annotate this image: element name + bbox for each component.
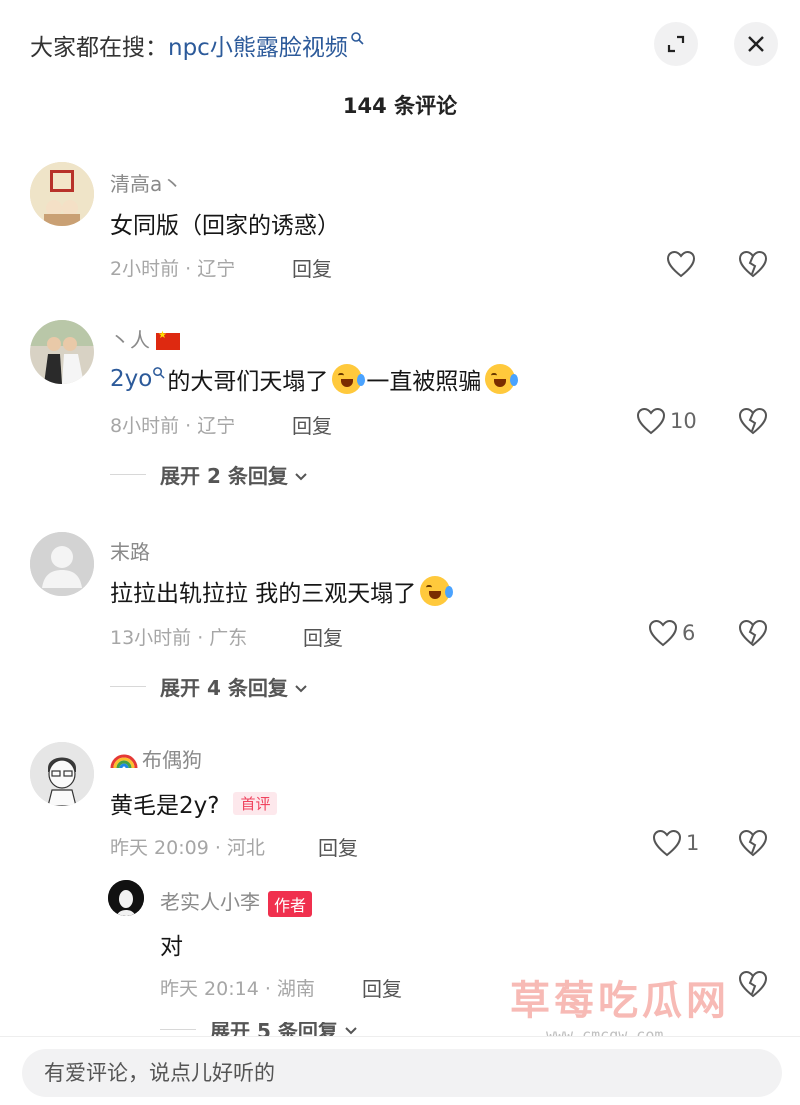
heart-icon [636, 407, 666, 435]
broken-heart-icon [738, 619, 768, 647]
like-count: 10 [670, 409, 697, 433]
reply-button[interactable]: 回复 [292, 410, 332, 439]
dislike-button[interactable] [738, 619, 768, 651]
dislike-button[interactable] [738, 250, 768, 282]
expand-replies-label: 展开 2 条回复 [160, 464, 288, 488]
dislike-button[interactable] [738, 407, 768, 439]
comment-text: 黄毛是2y? 首评 [110, 786, 278, 820]
like-button[interactable]: 1 [652, 829, 699, 857]
avatar[interactable] [30, 320, 94, 384]
heart-icon [666, 250, 696, 278]
dislike-button[interactable] [738, 829, 768, 861]
reply-button[interactable]: 回复 [362, 973, 402, 1002]
comment-input[interactable] [22, 1049, 782, 1097]
divider [110, 474, 146, 475]
watermark-title: 草莓吃瓜网 [510, 978, 730, 1024]
chevron-down-icon [294, 675, 308, 699]
heart-icon [648, 619, 678, 647]
expand-replies-button[interactable]: 展开 2 条回复 [110, 460, 308, 489]
divider [160, 1028, 196, 1030]
expand-replies-button[interactable]: 展开 4 条回复 [110, 672, 308, 701]
china-flag-icon [156, 330, 180, 350]
like-count: 6 [682, 621, 696, 645]
comment-meta: 2小时前 · 辽宁 [110, 258, 236, 280]
search-suggestion[interactable]: 大家都在搜： npc小熊露脸视频 [30, 28, 364, 62]
close-icon [748, 36, 764, 52]
expand-replies-label: 展开 5 条回复 [210, 1022, 338, 1036]
expand-replies-label: 展开 4 条回复 [160, 676, 288, 700]
expand-button[interactable] [654, 22, 698, 66]
reply-button[interactable]: 回复 [318, 832, 358, 861]
like-button[interactable] [666, 250, 696, 278]
comment-username[interactable]: 布偶狗 [110, 744, 202, 775]
crying-laughing-emoji-icon [332, 364, 366, 394]
broken-heart-icon [738, 407, 768, 435]
reply-button[interactable]: 回复 [303, 622, 343, 651]
chevron-down-icon [344, 1022, 358, 1036]
rainbow-icon [110, 748, 138, 775]
close-button[interactable] [734, 22, 778, 66]
avatar[interactable] [30, 532, 94, 596]
expand-icon [667, 35, 685, 53]
divider [110, 686, 146, 687]
comment-text: 2yo 的大哥们天塌了 一直被照骗 [110, 362, 519, 396]
mention-link[interactable]: 2yo [110, 366, 152, 392]
comment-count-title: 144 条评论 [342, 94, 458, 118]
like-button[interactable]: 6 [648, 619, 695, 647]
first-comment-badge: 首评 [233, 791, 278, 815]
comment-input-container[interactable] [22, 1049, 782, 1097]
crying-laughing-emoji-icon [485, 364, 519, 394]
heart-icon [652, 829, 682, 857]
search-icon [350, 31, 364, 49]
chevron-down-icon [294, 463, 308, 487]
broken-heart-icon [738, 250, 768, 278]
comment-text: 女同版（回家的诱惑） [110, 213, 340, 239]
reply-username[interactable]: 老实人小李 作者 [160, 886, 313, 917]
comment-text-part: 的大哥们天塌了 [167, 369, 329, 395]
author-badge: 作者 [268, 890, 313, 917]
comment-meta: 13小时前 · 广东 [110, 627, 248, 649]
comment-username[interactable]: 末路 [110, 536, 150, 565]
comment-username[interactable]: 清高a丶 [110, 168, 182, 197]
like-button[interactable]: 10 [636, 407, 697, 435]
comment-meta: 8小时前 · 辽宁 [110, 415, 236, 437]
crying-laughing-emoji-icon [420, 576, 454, 606]
search-icon [152, 366, 165, 383]
comment-input-bar [0, 1036, 800, 1105]
avatar[interactable] [30, 742, 94, 806]
comment-text-part: 一直被照骗 [366, 369, 482, 395]
broken-heart-icon [738, 829, 768, 857]
like-count: 1 [686, 831, 700, 855]
reply-text: 对 [160, 934, 183, 960]
reply-meta: 昨天 20:14 · 湖南 [160, 978, 315, 1000]
search-term[interactable]: npc小熊露脸视频 [168, 28, 348, 62]
comment-panel-header: 大家都在搜： npc小熊露脸视频 144 条评论 [0, 0, 800, 140]
comment-meta: 昨天 20:09 · 河北 [110, 837, 265, 859]
reply-button[interactable]: 回复 [292, 253, 332, 282]
comment-text: 拉拉出轨拉拉 我的三观天塌了 [110, 574, 454, 608]
comment-username[interactable]: 丶人 [110, 324, 180, 353]
search-prefix: 大家都在搜： [30, 35, 168, 61]
expand-replies-button[interactable]: 展开 5 条回复 [160, 1022, 358, 1036]
avatar[interactable] [108, 880, 144, 916]
avatar[interactable] [30, 162, 94, 226]
